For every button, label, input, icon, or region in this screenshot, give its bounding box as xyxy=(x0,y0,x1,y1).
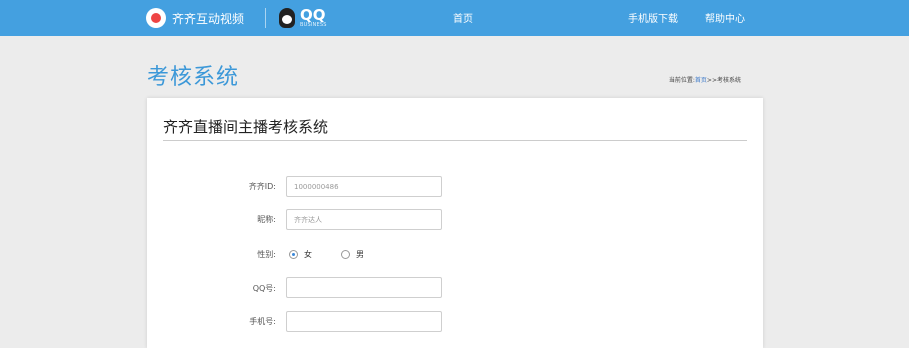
breadcrumb-current: 考核系统 xyxy=(716,77,741,84)
gender-option-male[interactable]: 男 xyxy=(341,249,364,260)
qq-logo-text: QQ xyxy=(300,6,326,24)
nav-home[interactable]: 首页 xyxy=(453,10,473,25)
qq-penguin-icon xyxy=(279,8,295,28)
qq-logo[interactable]: QQ BUSINESS xyxy=(279,4,327,32)
form-title: 齐齐直播间主播考核系统 xyxy=(163,118,329,136)
breadcrumb-separator: >> xyxy=(706,77,717,84)
page-title: 考核系统 xyxy=(147,65,240,90)
nickname-label: 昵称: xyxy=(257,215,276,224)
radio-unchecked-icon[interactable] xyxy=(341,250,350,259)
gender-female-label: 女 xyxy=(304,250,312,259)
breadcrumb: 当前位置:首页>>考核系统 xyxy=(669,75,741,84)
form-card: 齐齐直播间主播考核系统 齐齐ID: 昵称: 性别: 女 男 QQ号: 手机号: xyxy=(147,98,763,348)
brand-name: 齐齐互动视频 xyxy=(172,11,245,26)
penguin-logo-icon xyxy=(146,8,166,28)
brand[interactable]: 齐齐互动视频 xyxy=(146,4,244,32)
breadcrumb-prefix: 当前位置: xyxy=(668,77,695,84)
gender-label: 性别: xyxy=(257,250,276,259)
phone-label: 手机号: xyxy=(249,317,276,326)
nav-mobile-download[interactable]: 手机版下载 xyxy=(628,10,678,25)
qq-number-label: QQ号: xyxy=(252,284,276,293)
phone-input[interactable] xyxy=(286,311,442,332)
brand-divider xyxy=(265,8,266,28)
nickname-input[interactable] xyxy=(286,209,442,230)
qiqi-id-input[interactable] xyxy=(286,176,442,197)
gender-option-female[interactable]: 女 xyxy=(289,249,312,260)
qiqi-id-label: 齐齐ID: xyxy=(248,182,276,191)
breadcrumb-home-link[interactable]: 首页 xyxy=(695,77,707,84)
qq-number-input[interactable] xyxy=(286,277,442,298)
title-divider xyxy=(163,140,747,141)
radio-checked-icon[interactable] xyxy=(289,250,298,259)
qq-logo-subtext: BUSINESS xyxy=(300,22,327,28)
gender-male-label: 男 xyxy=(356,250,364,259)
nav-help-center[interactable]: 帮助中心 xyxy=(705,10,745,25)
top-navbar: 齐齐互动视频 QQ BUSINESS 首页 手机版下载 帮助中心 xyxy=(0,0,909,36)
